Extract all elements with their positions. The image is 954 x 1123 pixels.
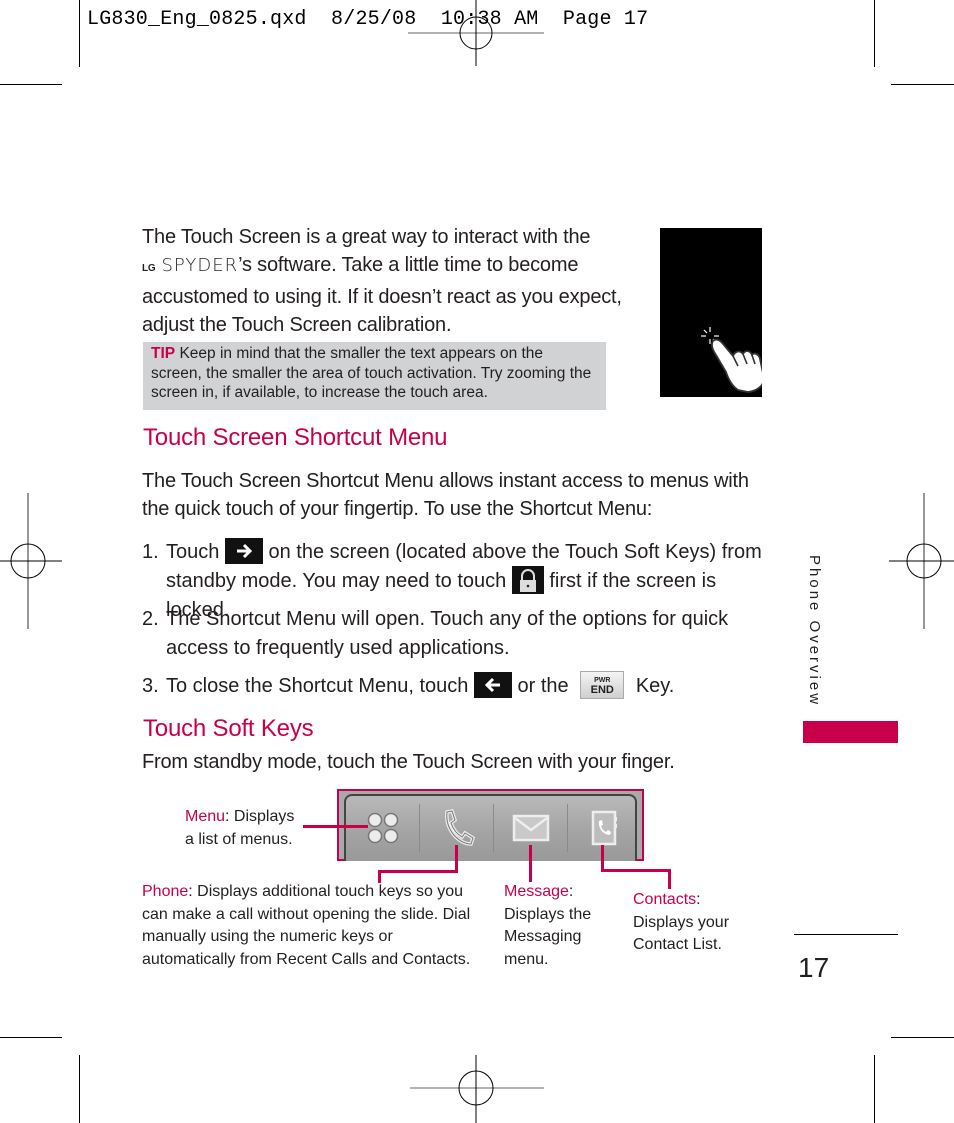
step-number: 3. xyxy=(142,675,159,697)
step-text: Touch xyxy=(166,541,220,563)
callout-line-contacts xyxy=(601,845,604,871)
callout-line-contacts xyxy=(601,869,671,872)
page-number: 17 xyxy=(798,952,830,983)
callout-line-phone xyxy=(378,870,458,873)
tip-box: TIP Keep in mind that the smaller the te… xyxy=(143,342,606,410)
callout-message: Message: Displays the Messaging menu. xyxy=(504,881,591,971)
intro-line: adjust the Touch Screen calibration. xyxy=(142,314,452,336)
step-text: The Shortcut Menu will open. Touch any o… xyxy=(166,608,729,630)
arrow-left-icon xyxy=(473,671,512,698)
callout-text: : Displays xyxy=(225,808,295,825)
envelope-icon xyxy=(512,814,549,842)
key-label-bottom: END xyxy=(590,683,614,696)
intro-line-rest: ’s software. Take a little time to becom… xyxy=(238,254,579,276)
soft-key-menu[interactable] xyxy=(346,796,419,860)
crop-mark xyxy=(891,84,954,85)
crop-mark xyxy=(79,0,80,67)
tip-text: Keep in mind that the smaller the text a… xyxy=(151,345,592,401)
step-text: on the screen (located above the Touch S… xyxy=(268,541,762,563)
intro-line: The Touch Screen is a great way to inter… xyxy=(142,226,591,248)
step-2: 2. The Shortcut Menu will open. Touch any… xyxy=(142,605,762,663)
soft-keys-bar xyxy=(337,789,644,861)
touch-screen-illustration xyxy=(660,228,765,397)
registration-mark-left xyxy=(0,493,62,629)
step-text: standby mode. You may need to touch xyxy=(166,570,507,592)
callout-text: Messaging xyxy=(504,928,582,945)
callout-label: Contacts xyxy=(633,891,697,908)
finger-touch-icon xyxy=(701,327,765,393)
callout-line-menu xyxy=(303,825,368,828)
callout-text: Displays your xyxy=(633,913,730,931)
callout-text: automatically from Recent Calls and Cont… xyxy=(142,950,471,968)
crop-mark xyxy=(0,84,62,85)
callout-text: can make a call without opening the slid… xyxy=(142,905,471,923)
lg-logo: LG xyxy=(142,263,156,274)
step-text: Key. xyxy=(635,675,675,697)
crop-mark xyxy=(79,1055,80,1123)
soft-key-contacts[interactable] xyxy=(568,796,641,860)
step-number: 2. xyxy=(142,608,159,630)
contacts-book-icon xyxy=(591,810,617,846)
crop-mark xyxy=(874,0,875,67)
shortcut-menu-description: The Touch Screen Shortcut Menu allows in… xyxy=(142,467,762,523)
callout-text: : Displays additional touch keys so you xyxy=(188,883,464,900)
crop-mark xyxy=(874,1055,875,1123)
step-text: access to frequently used applications. xyxy=(166,637,510,659)
printer-slug: LG830_Eng_0825.qxd 8/25/08 10:38 AM Page… xyxy=(87,8,649,31)
callout-text: Displays the xyxy=(504,905,592,923)
step-text: or the xyxy=(517,675,569,697)
registration-mark-bottom xyxy=(410,1055,544,1123)
callout-label: Message xyxy=(504,883,569,900)
callout-phone: Phone: Displays additional touch keys so… xyxy=(142,881,470,971)
menu-grid-icon xyxy=(367,812,398,844)
intro-line: LG SPYDER’s software. Take a little time … xyxy=(142,251,642,283)
callout-line-message xyxy=(529,845,532,882)
callout-line-contacts xyxy=(668,869,671,889)
page-number-rule xyxy=(794,934,898,935)
description-line: the quick touch of your fingertip. To us… xyxy=(142,498,653,520)
tip-label: TIP xyxy=(151,345,176,362)
callout-line-phone xyxy=(455,845,458,872)
step-3: 3. To close the Shortcut Menu, touch or t… xyxy=(142,670,762,701)
step-number: 1. xyxy=(142,541,159,563)
registration-mark-right xyxy=(889,493,954,629)
callout-text: manually using the numeric keys or xyxy=(142,928,393,945)
callout-menu: Menu: Displays a list of menus. xyxy=(185,806,294,851)
callout-text: a list of menus. xyxy=(185,830,293,848)
spyder-logo: SPYDER xyxy=(161,255,239,276)
section-heading-shortcut-menu: Touch Screen Shortcut Menu xyxy=(143,424,448,451)
section-heading-soft-keys: Touch Soft Keys xyxy=(143,715,314,742)
arrow-right-icon xyxy=(224,537,263,564)
callout-text: : xyxy=(568,883,574,900)
section-tab-label: Phone Overview xyxy=(803,555,827,715)
callout-label: Phone xyxy=(142,883,189,900)
intro-line: accustomed to using it. If it doesn’t re… xyxy=(142,286,622,308)
registration-mark-top xyxy=(408,0,544,66)
pwr-end-key-icon: PWR END xyxy=(580,670,625,699)
callout-text: : xyxy=(696,891,701,908)
crop-mark xyxy=(891,1037,954,1038)
intro-paragraph: The Touch Screen is a great way to inter… xyxy=(142,223,642,339)
soft-keys-intro: From standby mode, touch the Touch Scree… xyxy=(142,751,675,773)
step-text: To close the Shortcut Menu, touch xyxy=(166,675,469,697)
callout-label: Menu xyxy=(185,808,226,825)
callout-text: menu. xyxy=(504,950,549,968)
callout-text: Contact List. xyxy=(633,936,722,953)
section-tab-text: Phone Overview xyxy=(806,555,823,708)
callout-contacts: Contacts: Displays your Contact List. xyxy=(633,889,729,957)
description-line: The Touch Screen Shortcut Menu allows in… xyxy=(142,470,749,492)
lock-icon xyxy=(511,565,544,594)
phone-icon xyxy=(444,808,475,846)
crop-mark xyxy=(0,1037,62,1038)
section-tab-accent xyxy=(803,721,898,743)
